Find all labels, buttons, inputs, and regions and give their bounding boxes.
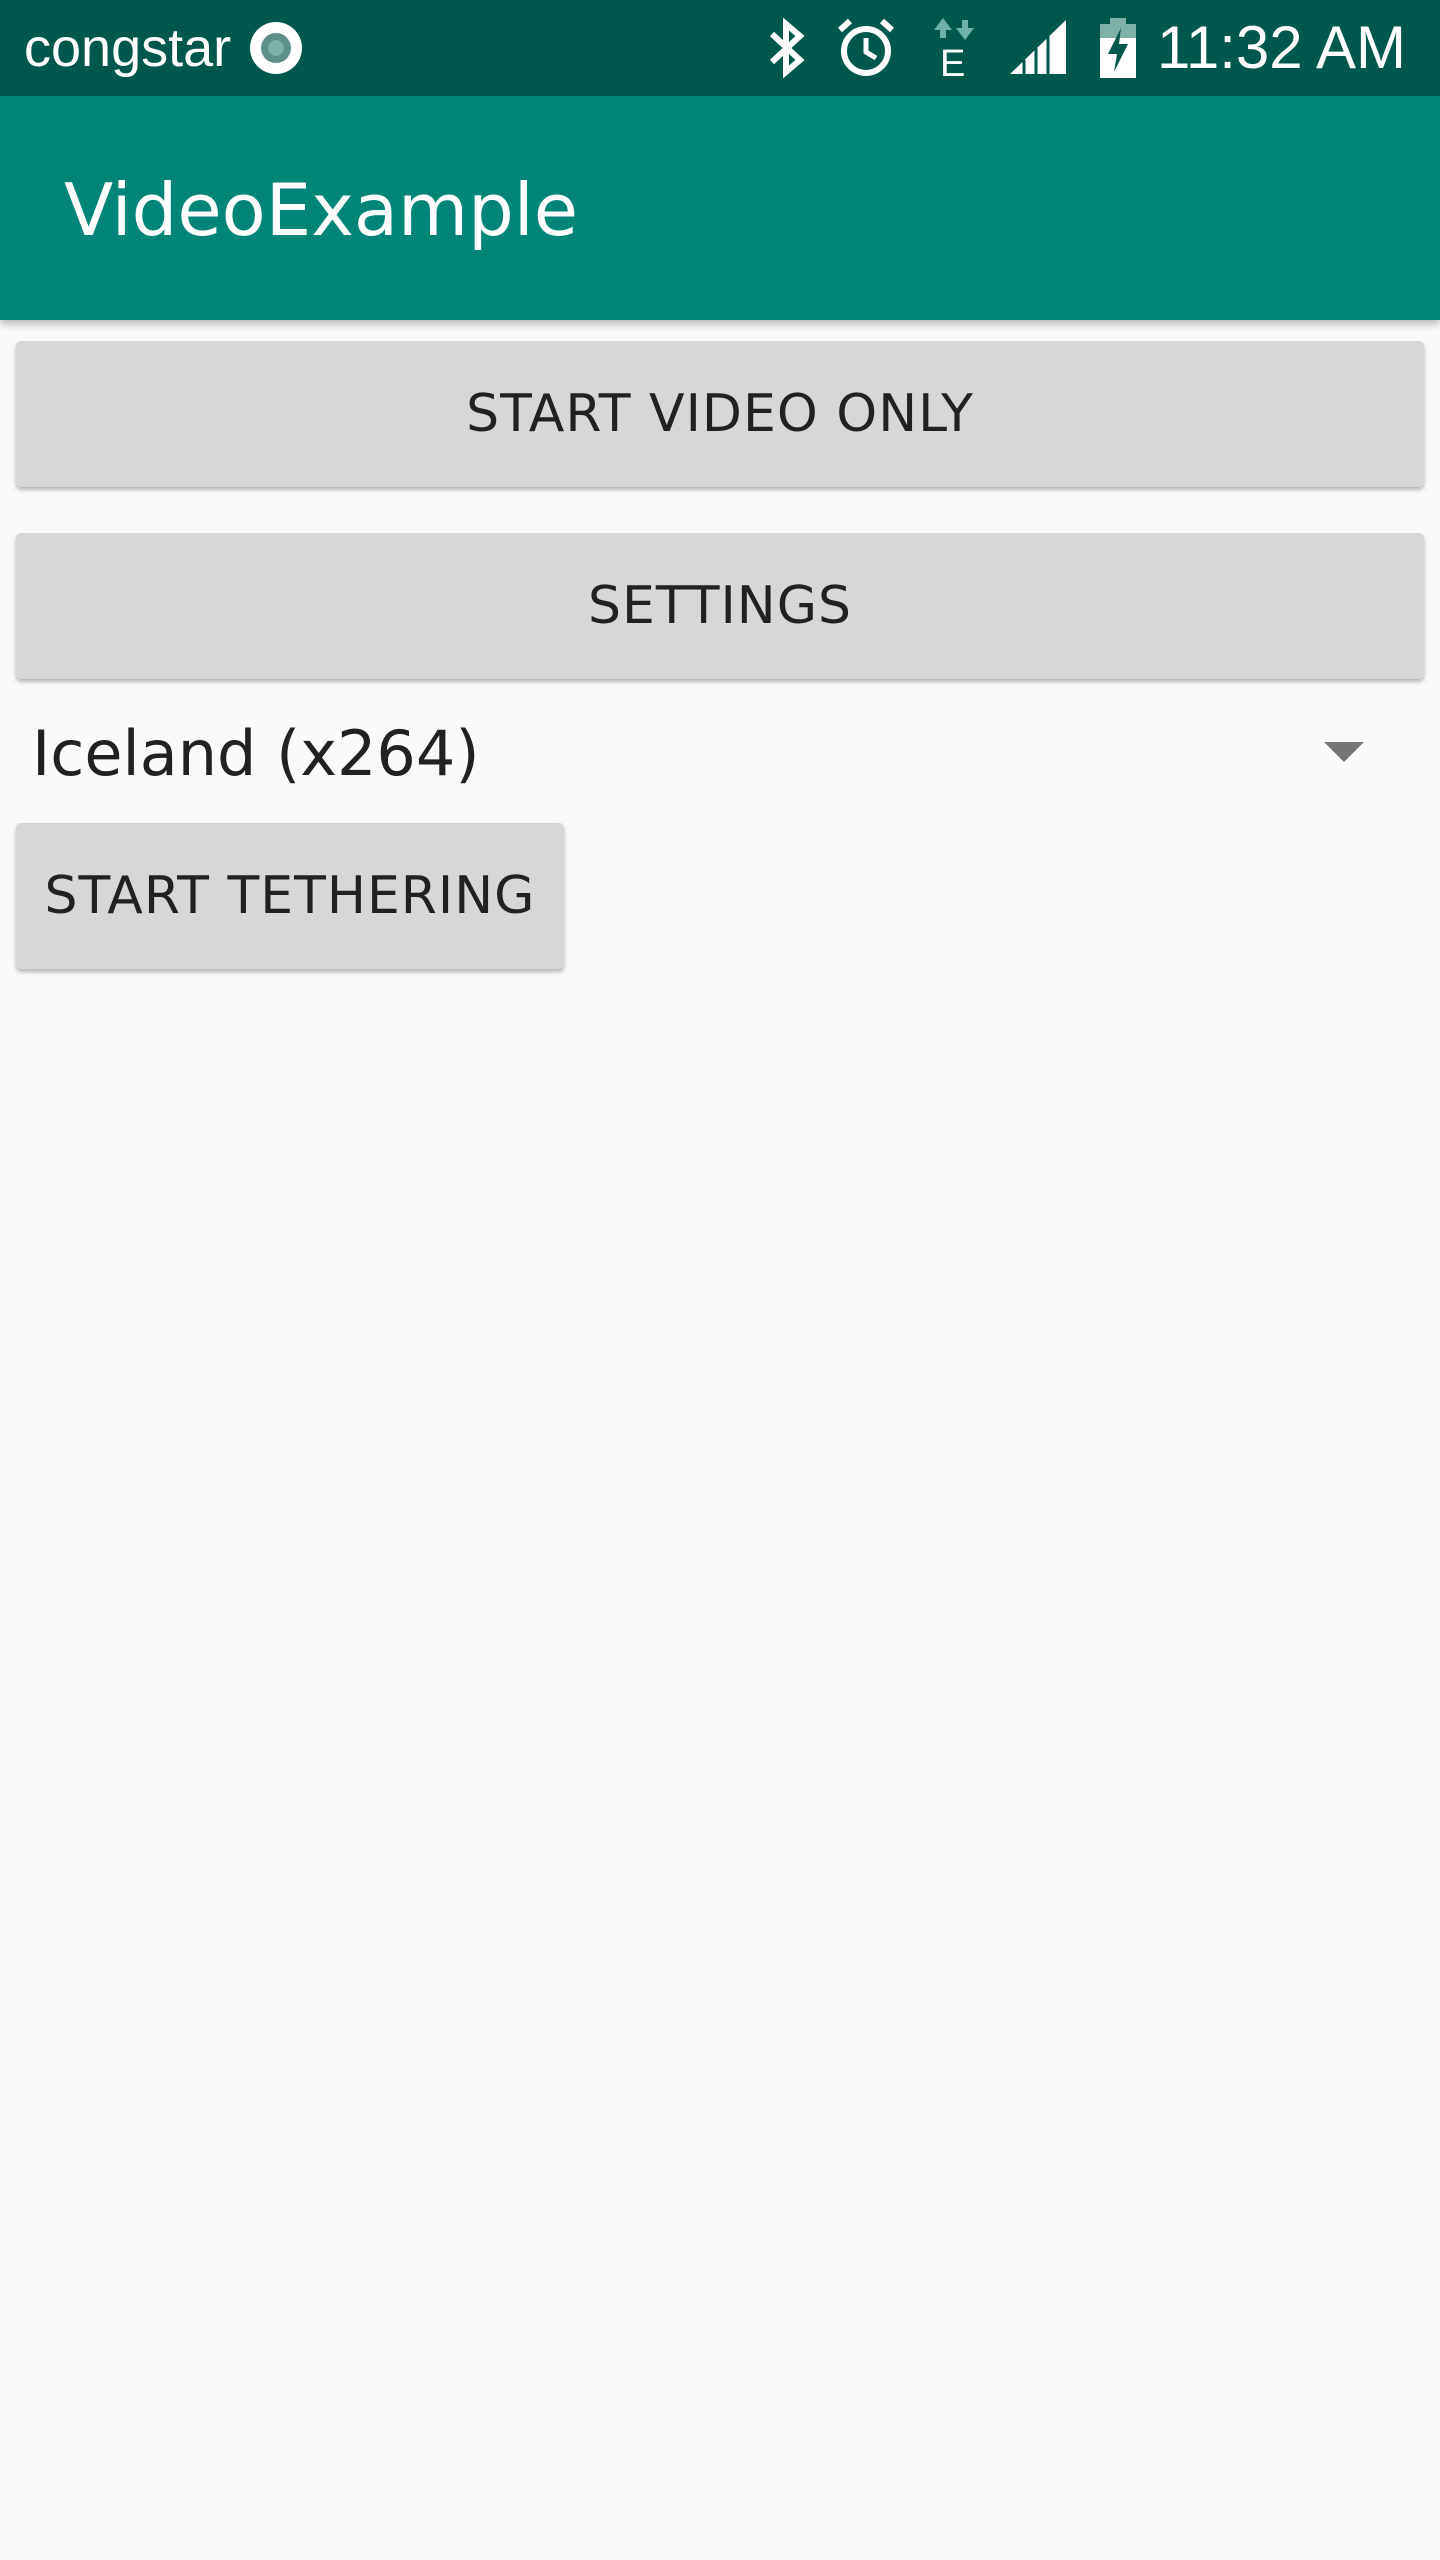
status-bar: congstar E 11:32 AM: [0, 0, 1440, 96]
clock: 11:32 AM: [1156, 14, 1406, 81]
bluetooth-icon: [769, 17, 805, 79]
carrier-ring-icon: [250, 22, 302, 74]
dropdown-arrow-icon: [1324, 742, 1364, 762]
app-title: VideoExample: [64, 168, 579, 252]
start-video-only-button[interactable]: START VIDEO ONLY: [16, 341, 1424, 487]
video-source-spinner[interactable]: Iceland (x264): [0, 700, 1440, 810]
battery-charging-icon: [1100, 18, 1136, 78]
carrier-name: congstar: [24, 18, 232, 78]
alarm-icon: [837, 18, 895, 76]
settings-button[interactable]: SETTINGS: [16, 533, 1424, 679]
signal-icon: [1010, 20, 1066, 74]
app-bar: VideoExample: [0, 96, 1440, 320]
spinner-selected-value: Iceland (x264): [32, 717, 480, 790]
network-type-label: E: [940, 43, 966, 85]
start-tethering-button[interactable]: START TETHERING: [16, 823, 564, 969]
